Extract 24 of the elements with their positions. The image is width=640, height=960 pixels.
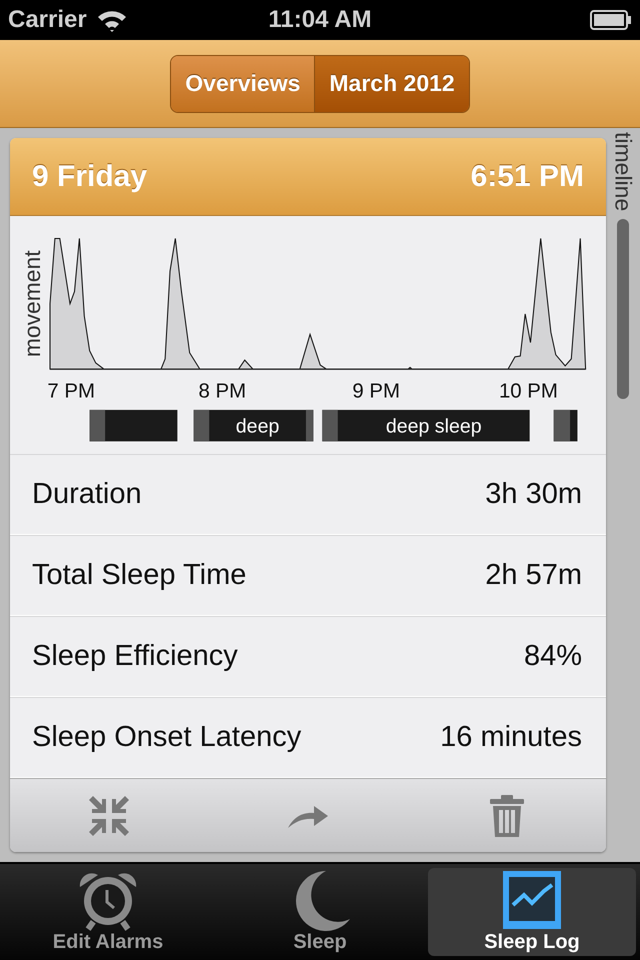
phase-label: deep	[236, 415, 280, 438]
time-label: 7 PM	[47, 380, 96, 403]
stat-value: 3h 30m	[485, 478, 582, 511]
time-label: 10 PM	[498, 380, 558, 403]
day-title: 9 Friday	[32, 160, 148, 194]
status-time: 11:04 AM	[268, 6, 372, 34]
stat-value: 2h 57m	[485, 559, 582, 592]
stat-value: 16 minutes	[440, 721, 582, 754]
axis-label: movement	[18, 250, 45, 358]
tab-bar-item[interactable]: Sleep	[216, 868, 424, 956]
time-label: 9 PM	[352, 380, 400, 403]
stat-label: Sleep Onset Latency	[32, 721, 302, 754]
stat-label: Sleep Efficiency	[32, 640, 238, 673]
time-label: 8 PM	[198, 380, 246, 403]
segment-tab[interactable]: March 2012	[314, 56, 469, 112]
carrier-name: Carrier	[8, 6, 87, 34]
stat-value: 84%	[524, 640, 582, 673]
stat-label: Duration	[32, 478, 142, 511]
tab-bar-item[interactable]: Edit Alarms	[4, 868, 212, 956]
tab-bar-item[interactable]: Sleep Log	[428, 868, 636, 956]
phase-label: deep sleep	[386, 415, 482, 438]
day-time: 6:51 PM	[470, 160, 584, 194]
stat-label: Total Sleep Time	[32, 559, 246, 592]
timeline-label: timeline	[610, 132, 636, 212]
